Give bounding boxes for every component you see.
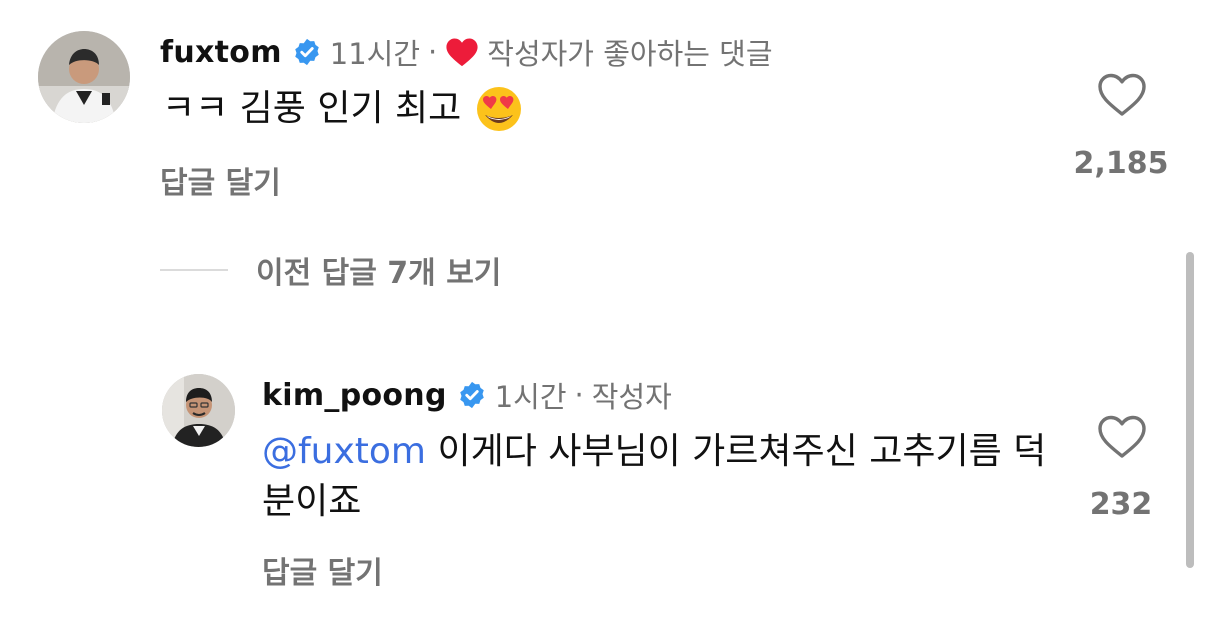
timestamp: 1시간 bbox=[494, 380, 567, 414]
verified-badge-icon bbox=[292, 37, 322, 67]
reply-button[interactable]: 답글 달기 bbox=[160, 158, 281, 202]
comment-header: fuxtom 11시간 · 작성자가 좋아하는 댓글 bbox=[160, 30, 773, 74]
liked-by-author-heart-icon bbox=[445, 37, 479, 67]
author-tag: 작성자 bbox=[591, 380, 672, 414]
timestamp: 11시간 bbox=[329, 37, 421, 71]
liked-by-author-label: 작성자가 좋아하는 댓글 bbox=[487, 37, 773, 71]
view-previous-replies-button[interactable]: 이전 답글 7개 보기 bbox=[160, 248, 501, 292]
like-heart-icon[interactable] bbox=[1097, 414, 1147, 460]
separator-dot: · bbox=[428, 35, 438, 69]
separator-dot: · bbox=[574, 378, 584, 412]
comment-text: ㅋㅋ 김풍 인기 최고 bbox=[162, 84, 523, 134]
like-count: 2,185 bbox=[1073, 146, 1169, 181]
verified-badge-icon bbox=[457, 380, 487, 410]
divider-line bbox=[160, 269, 228, 271]
reply-button[interactable]: 답글 달기 bbox=[262, 548, 383, 592]
like-heart-icon[interactable] bbox=[1097, 72, 1147, 118]
comment-text: @fuxtom 이게다 사부님이 가르쳐주신 고추기름 덕분이죠 bbox=[262, 427, 1052, 527]
scrollbar[interactable] bbox=[1186, 252, 1194, 568]
view-previous-replies-label: 이전 답글 7개 보기 bbox=[256, 256, 502, 291]
username[interactable]: fuxtom bbox=[160, 35, 282, 70]
mention-link[interactable]: @fuxtom bbox=[262, 431, 426, 472]
avatar[interactable] bbox=[38, 31, 130, 123]
avatar[interactable] bbox=[162, 374, 235, 447]
username[interactable]: kim_poong bbox=[262, 378, 447, 413]
heart-eyes-emoji-icon bbox=[475, 85, 523, 133]
comment-header: kim_poong 1시간 · 작성자 bbox=[262, 374, 672, 416]
comment-body: ㅋㅋ 김풍 인기 최고 bbox=[162, 88, 462, 129]
like-count: 232 bbox=[1089, 487, 1153, 522]
